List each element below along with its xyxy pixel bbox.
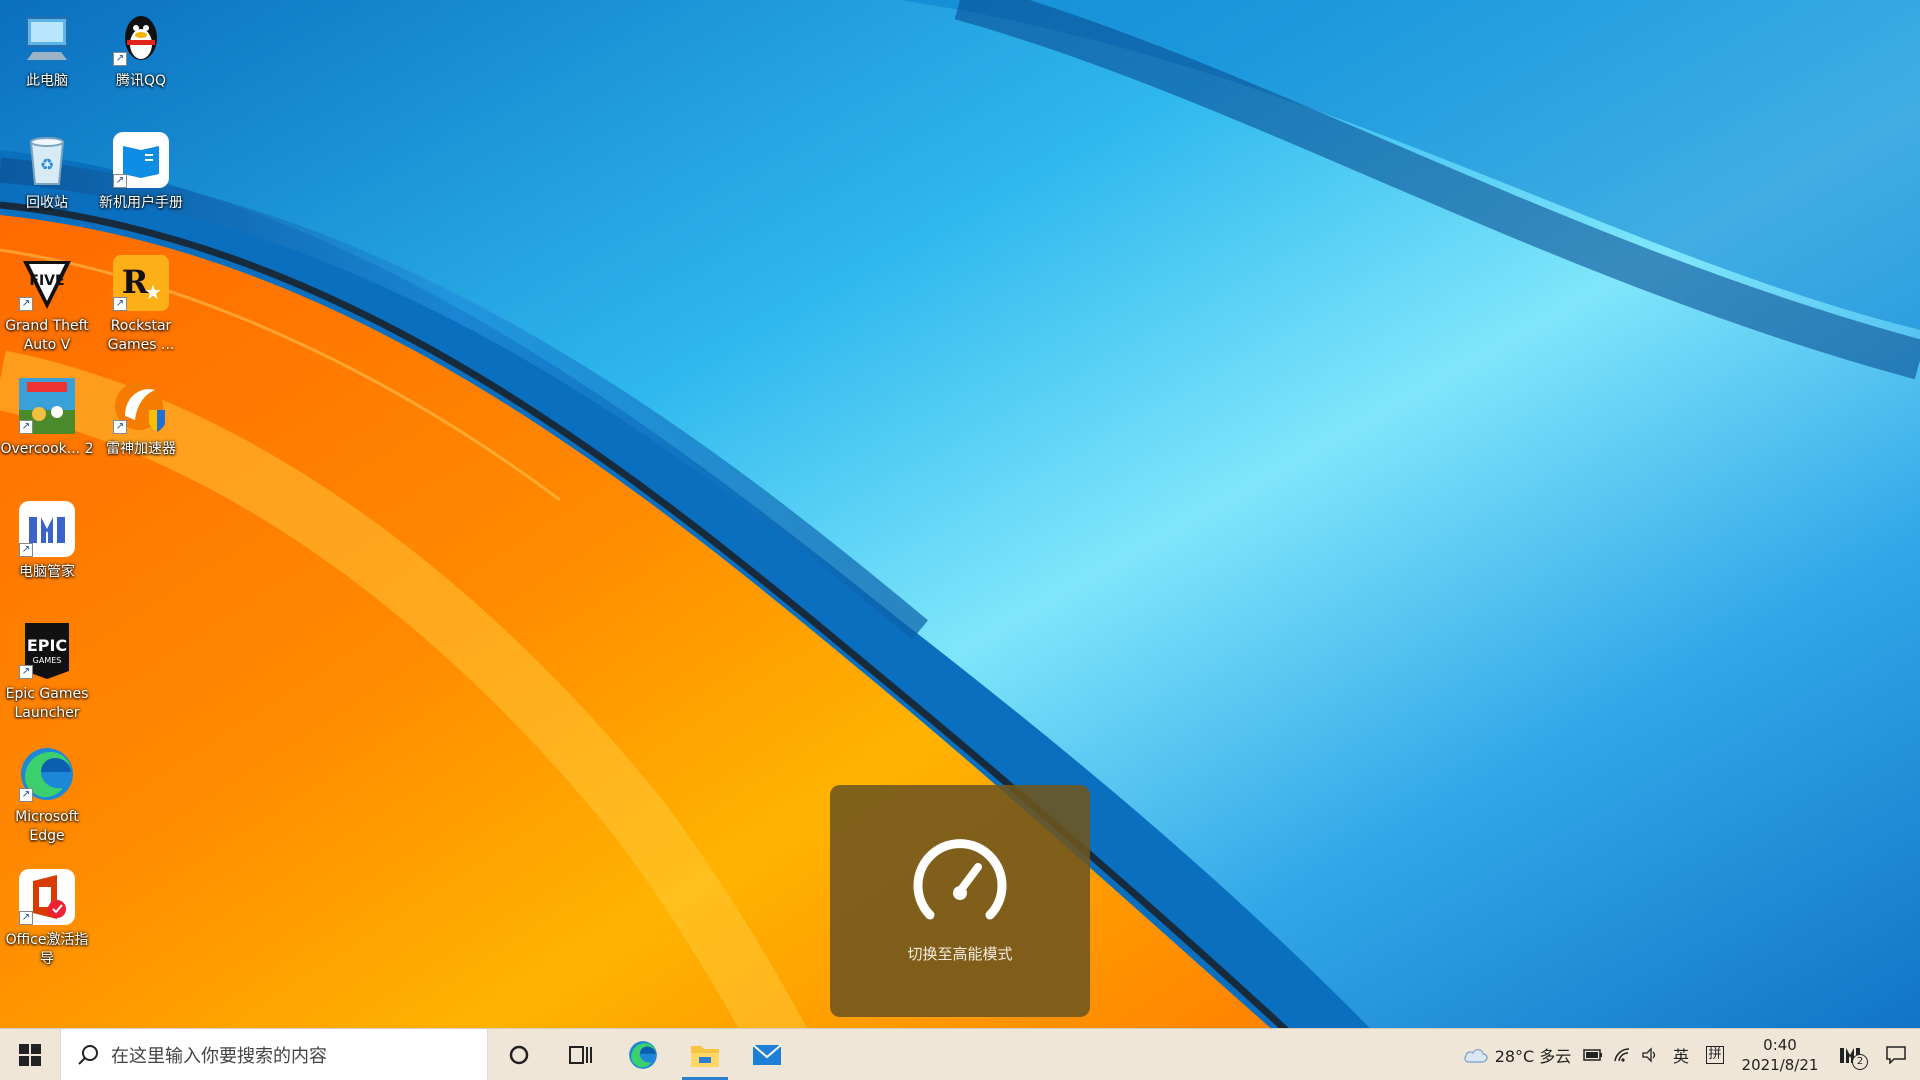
search-icon [78, 1044, 98, 1065]
shortcut-arrow-icon: ↗ [19, 297, 33, 311]
desktop-icon-overcooked-2[interactable]: ↗ Overcook... 2 [0, 376, 94, 459]
desktop-icon-label: Microsoft Edge [15, 809, 79, 844]
wifi-button[interactable] [1608, 1029, 1636, 1080]
notification-icon [1886, 1045, 1906, 1064]
speedometer-icon [913, 839, 1007, 920]
desktop-icon-epic-games[interactable]: EPIC GAMES ↗ Epic Games Launcher [0, 621, 94, 723]
mail-icon [752, 1043, 782, 1065]
epic-games-icon: EPIC GAMES ↗ [17, 621, 77, 681]
speaker-icon [1642, 1046, 1656, 1063]
ime-indicator[interactable]: 拼 [1698, 1029, 1732, 1080]
task-view-icon [569, 1045, 592, 1064]
shortcut-arrow-icon: ↗ [19, 543, 33, 557]
battery-button[interactable] [1578, 1029, 1608, 1080]
edge-icon: ↗ [17, 744, 77, 804]
desktop-icon-qq[interactable]: ↗ 腾讯QQ [94, 8, 188, 91]
desktop-icon-label: Epic Games Launcher [5, 686, 89, 721]
edge-icon [629, 1040, 657, 1069]
desktop-icon-label: Grand Theft Auto V [5, 318, 89, 353]
cortana-button[interactable] [488, 1029, 550, 1080]
taskbar-mail-button[interactable] [736, 1029, 798, 1080]
pc-manager-icon: ↗ [17, 499, 77, 559]
svg-text:GAMES: GAMES [33, 656, 62, 665]
svg-text:♻: ♻ [40, 155, 54, 174]
file-explorer-icon [691, 1045, 719, 1067]
performance-mode-toast: 切换至高能模式 [830, 785, 1090, 1017]
svg-text:FIVE: FIVE [29, 273, 64, 289]
system-tray: 28°C 多云 英 拼 0:40 2021/8/21 2 [1456, 1029, 1920, 1080]
clock-time: 0:40 [1763, 1035, 1797, 1054]
notification-count-badge: 2 [1852, 1054, 1868, 1070]
task-view-button[interactable] [550, 1029, 612, 1080]
cloud-icon [1464, 1048, 1488, 1063]
qq-penguin-icon: ↗ [111, 8, 171, 68]
language-indicator[interactable]: 英 [1664, 1029, 1698, 1080]
clock-date: 2021/8/21 [1741, 1055, 1819, 1074]
shortcut-arrow-icon: ↗ [113, 174, 127, 188]
desktop-icon-user-manual[interactable]: ↗ 新机用户手册 [94, 130, 188, 213]
desktop-icon-office-activation[interactable]: ↗ Office激活指导 [0, 867, 94, 969]
svg-text:EPIC: EPIC [27, 636, 67, 655]
action-center-button[interactable] [1872, 1029, 1920, 1080]
desktop-icon-label: Office激活指导 [5, 932, 89, 967]
shortcut-arrow-icon: ↗ [19, 911, 33, 925]
desktop-icon-leishen-accelerator[interactable]: ↗ 雷神加速器 [94, 376, 188, 459]
weather-text: 28°C 多云 [1494, 1046, 1572, 1066]
shortcut-arrow-icon: ↗ [113, 420, 127, 434]
desktop-icon-label: 回收站 [26, 195, 68, 211]
svg-text:★: ★ [144, 280, 162, 304]
office-icon: ↗ [17, 867, 77, 927]
desktop-icon-this-pc[interactable]: 此电脑 [0, 8, 94, 91]
search-placeholder: 在这里输入你要搜索的内容 [111, 1045, 327, 1067]
taskbar: 在这里输入你要搜索的内容 28°C 多云 英 拼 0:40 2021/8/21 … [0, 1028, 1920, 1080]
toast-message: 切换至高能模式 [907, 945, 1013, 963]
computer-icon [17, 8, 77, 68]
overcooked-icon: ↗ [17, 376, 77, 436]
recycle-bin-icon: ♻ [17, 130, 77, 190]
desktop-icon-label: 电脑管家 [19, 564, 75, 580]
rockstar-icon: R ★ ↗ [111, 253, 171, 313]
desktop-icon-recycle-bin[interactable]: ♻ 回收站 [0, 130, 94, 213]
taskbar-search-box[interactable]: 在这里输入你要搜索的内容 [60, 1029, 488, 1080]
desktop-icon-microsoft-edge[interactable]: ↗ Microsoft Edge [0, 744, 94, 846]
desktop-icon-label: Rockstar Games ... [107, 318, 175, 353]
ime-text: 拼 [1706, 1045, 1724, 1064]
taskbar-edge-button[interactable] [612, 1029, 674, 1080]
shortcut-arrow-icon: ↗ [113, 297, 127, 311]
pc-manager-tray-button[interactable]: 2 [1828, 1029, 1872, 1080]
clock[interactable]: 0:40 2021/8/21 [1732, 1029, 1828, 1080]
desktop-icon-rockstar-games[interactable]: R ★ ↗ Rockstar Games ... [94, 253, 188, 355]
desktop-icon-label: Overcook... 2 [0, 441, 94, 457]
desktop-icon-pc-manager[interactable]: ↗ 电脑管家 [0, 499, 94, 582]
start-button[interactable] [0, 1029, 60, 1080]
desktop-icon-label: 雷神加速器 [106, 441, 176, 457]
book-icon: ↗ [111, 130, 171, 190]
wifi-icon [1614, 1047, 1630, 1062]
gta-v-icon: FIVE ↗ [17, 253, 77, 313]
desktop-icon-label: 此电脑 [26, 73, 68, 89]
cortana-circle-icon [509, 1045, 529, 1064]
shortcut-arrow-icon: ↗ [19, 788, 33, 802]
desktop-icon-label: 新机用户手册 [99, 195, 183, 211]
volume-button[interactable] [1636, 1029, 1664, 1080]
shortcut-arrow-icon: ↗ [19, 420, 33, 434]
accelerator-icon: ↗ [111, 376, 171, 436]
windows-logo-icon [19, 1043, 41, 1066]
weather-widget[interactable]: 28°C 多云 [1456, 1029, 1578, 1080]
shortcut-arrow-icon: ↗ [113, 52, 127, 66]
desktop-icon-label: 腾讯QQ [115, 73, 167, 89]
battery-icon [1583, 1048, 1602, 1061]
desktop-icon-gta-v[interactable]: FIVE ↗ Grand Theft Auto V [0, 253, 94, 355]
shortcut-arrow-icon: ↗ [19, 665, 33, 679]
taskbar-file-explorer-button[interactable] [674, 1029, 736, 1080]
